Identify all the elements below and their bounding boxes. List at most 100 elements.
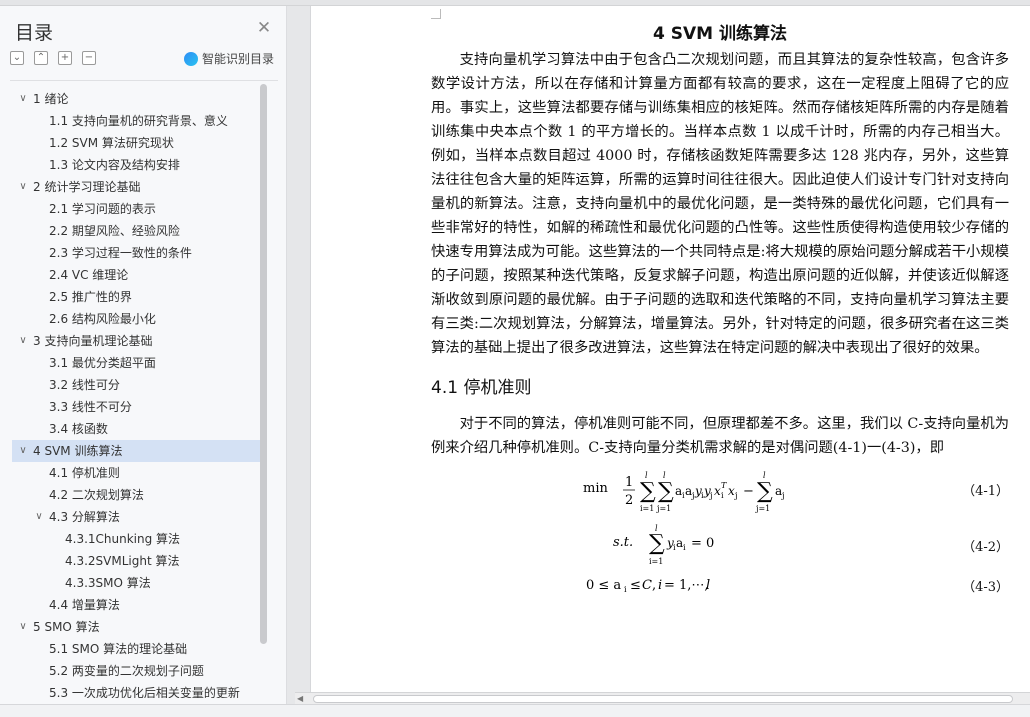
equation-number: （4-3） (962, 580, 1009, 595)
toc-item[interactable]: 5.2 两变量的二次规划子问题 (12, 660, 260, 682)
toc-item-label: 4 SVM 训练算法 (33, 444, 123, 458)
svg-text:i=1: i=1 (649, 557, 663, 566)
toc-item-label: 1.2 SVM 算法研究现状 (49, 136, 174, 150)
smart-toc-label: 智能识别目录 (202, 52, 275, 66)
smart-toc-icon (184, 51, 198, 66)
toc-item[interactable]: 3.3 线性不可分 (12, 396, 260, 418)
toc-sidebar: 目录 ✕ ⌄ ⌃ + − 智能识别目录 ∨ 1 绪论 1.1 支持向量机的研究背景、… (0, 6, 287, 706)
svg-text:−: − (743, 484, 754, 499)
svg-text:∑: ∑ (757, 479, 773, 504)
toc-item[interactable]: 5.3 一次成功优化后相关变量的更新 (12, 682, 260, 698)
svg-text:j=1: j=1 (656, 504, 671, 513)
equation-prefix: min (583, 481, 608, 496)
chevron-down-icon[interactable]: ∨ (17, 440, 29, 462)
toc-item[interactable]: 2.5 推广性的界 (12, 286, 260, 308)
toc-item[interactable]: ∨ 3 支持向量机理论基础 (12, 330, 260, 352)
svg-text:1: 1 (625, 475, 633, 490)
svg-text:l: l (663, 471, 666, 480)
equation-4-3: 0 ≤ a i ≤ C , i = 1,⋯, l （4-3） (431, 572, 1009, 602)
svg-text:2: 2 (625, 493, 633, 508)
chevron-down-icon[interactable]: ∨ (17, 330, 29, 352)
toc-item-label: 4.4 增量算法 (49, 598, 120, 612)
svg-text:j: j (781, 491, 784, 500)
svg-text:∑: ∑ (649, 531, 665, 556)
document-page: 4 SVM 训练算法 支持向量机学习算法中由于包含凸二次规划问题，而且其算法的复… (310, 6, 1030, 692)
chapter-title: 4 SVM 训练算法 (653, 24, 787, 44)
svg-text:≤: ≤ (630, 578, 641, 593)
collapse-icon[interactable]: ⌄ (10, 51, 24, 65)
toc-item[interactable]: 3.2 线性可分 (12, 374, 260, 396)
toc-item[interactable]: 1.1 支持向量机的研究背景、意义 (12, 110, 260, 132)
svg-text:T: T (721, 481, 727, 490)
toc-item[interactable]: 3.4 核函数 (12, 418, 260, 440)
scrollbar-thumb[interactable] (313, 695, 1013, 703)
toc-item[interactable]: 2.4 VC 维理论 (12, 264, 260, 286)
toc-item[interactable]: 4.2 二次规划算法 (12, 484, 260, 506)
status-bar (0, 704, 1030, 717)
toc-item-label: 2.1 学习问题的表示 (49, 202, 156, 216)
page-corner-mark (431, 9, 441, 19)
svg-text:l: l (645, 471, 648, 480)
svg-text:= 1,⋯,: = 1,⋯, (664, 578, 709, 593)
page-content: 4 SVM 训练算法 支持向量机学习算法中由于包含凸二次规划问题，而且其算法的复… (431, 20, 1009, 602)
toc-item[interactable]: 4.3.1Chunking 算法 (12, 528, 260, 550)
equation-4-1: min 1 2 ∑ l i=1 ∑ l j=1 a i a j y i y j … (431, 466, 1009, 524)
toc-item-label: 3.3 线性不可分 (49, 400, 132, 414)
chevron-down-icon[interactable]: ∨ (33, 506, 45, 528)
toc-item[interactable]: 2.3 学习过程一致性的条件 (12, 242, 260, 264)
toc-item[interactable]: 2.6 结构风险最小化 (12, 308, 260, 330)
sidebar-scrollbar[interactable] (260, 84, 267, 644)
body-paragraph: 支持向量机学习算法中由于包含凸二次规划问题，而且其算法的复杂性较高，包含许多数学… (431, 52, 1010, 356)
chevron-down-icon[interactable]: ∨ (17, 616, 29, 638)
toc-item-label: 2.5 推广性的界 (49, 290, 132, 304)
toc-item-label: 1.3 论文内容及结构安排 (49, 158, 180, 172)
equation-4-3-formula: 0 ≤ a i ≤ C , i = 1,⋯, l (586, 578, 710, 594)
smart-toc-button[interactable]: 智能识别目录 (184, 50, 274, 67)
toc-item[interactable]: ∨ 4 SVM 训练算法 (12, 440, 260, 462)
toc-item[interactable]: 4.3.2SVMLight 算法 (12, 550, 260, 572)
toc-item-label: 2.6 结构风险最小化 (49, 312, 156, 326)
svg-text:j: j (709, 491, 712, 500)
body-paragraph: 对于不同的算法，停机准则可能不同，但原理都差不多。这里，我们以 C-支持向量机为… (431, 416, 1009, 456)
expand-icon[interactable]: ⌃ (34, 51, 48, 65)
close-icon[interactable]: ✕ (256, 20, 272, 37)
toc-item-label: 1 绪论 (33, 92, 69, 106)
toc-item[interactable]: 2.2 期望风险、经验风险 (12, 220, 260, 242)
svg-text:l: l (706, 578, 710, 593)
chevron-down-icon[interactable]: ∨ (17, 88, 29, 110)
svg-text:= 0: = 0 (691, 536, 714, 551)
sidebar-title: 目录 (15, 22, 54, 44)
toc-item-label: 4.3 分解算法 (49, 510, 120, 524)
toc-item[interactable]: 3.1 最优分类超平面 (12, 352, 260, 374)
toc-item[interactable]: 5.1 SMO 算法的理论基础 (12, 638, 260, 660)
svg-text:C: C (642, 578, 652, 593)
toc-item-label: 3 支持向量机理论基础 (33, 334, 153, 348)
toc-item[interactable]: 1.2 SVM 算法研究现状 (12, 132, 260, 154)
svg-text:∑: ∑ (640, 479, 656, 504)
svg-text:x: x (728, 484, 735, 498)
toc-item[interactable]: 4.3.3SMO 算法 (12, 572, 260, 594)
divider (10, 80, 278, 81)
equation-prefix: s.t. (613, 535, 633, 550)
document-workspace: ▤▾ 4 SVM 训练算法 支持向量机学习算法中由于包含凸二次规划问题，而且其算… (288, 6, 1030, 692)
equation-number: （4-1） (962, 484, 1009, 499)
remove-icon[interactable]: − (82, 51, 96, 65)
svg-text:i: i (658, 578, 662, 593)
toc-item[interactable]: ∨ 5 SMO 算法 (12, 616, 260, 638)
svg-text:i=1: i=1 (640, 504, 654, 513)
svg-text:,: , (652, 578, 656, 593)
add-icon[interactable]: + (58, 51, 72, 65)
svg-text:j: j (734, 491, 737, 500)
toc-item-label: 1.1 支持向量机的研究背景、意义 (49, 114, 228, 128)
toc-item-label: 2.3 学习过程一致性的条件 (49, 246, 192, 260)
toc-item[interactable]: ∨ 1 绪论 (12, 88, 260, 110)
svg-text:∑: ∑ (658, 479, 674, 504)
toc-item[interactable]: 2.1 学习问题的表示 (12, 198, 260, 220)
toc-item[interactable]: ∨ 4.3 分解算法 (12, 506, 260, 528)
chevron-down-icon[interactable]: ∨ (17, 176, 29, 198)
toc-item[interactable]: ∨ 2 统计学习理论基础 (12, 176, 260, 198)
toc-item[interactable]: 1.3 论文内容及结构安排 (12, 154, 260, 176)
horizontal-scrollbar[interactable]: ◀ (295, 692, 1030, 704)
toc-item[interactable]: 4.4 增量算法 (12, 594, 260, 616)
toc-item[interactable]: 4.1 停机准则 (12, 462, 260, 484)
